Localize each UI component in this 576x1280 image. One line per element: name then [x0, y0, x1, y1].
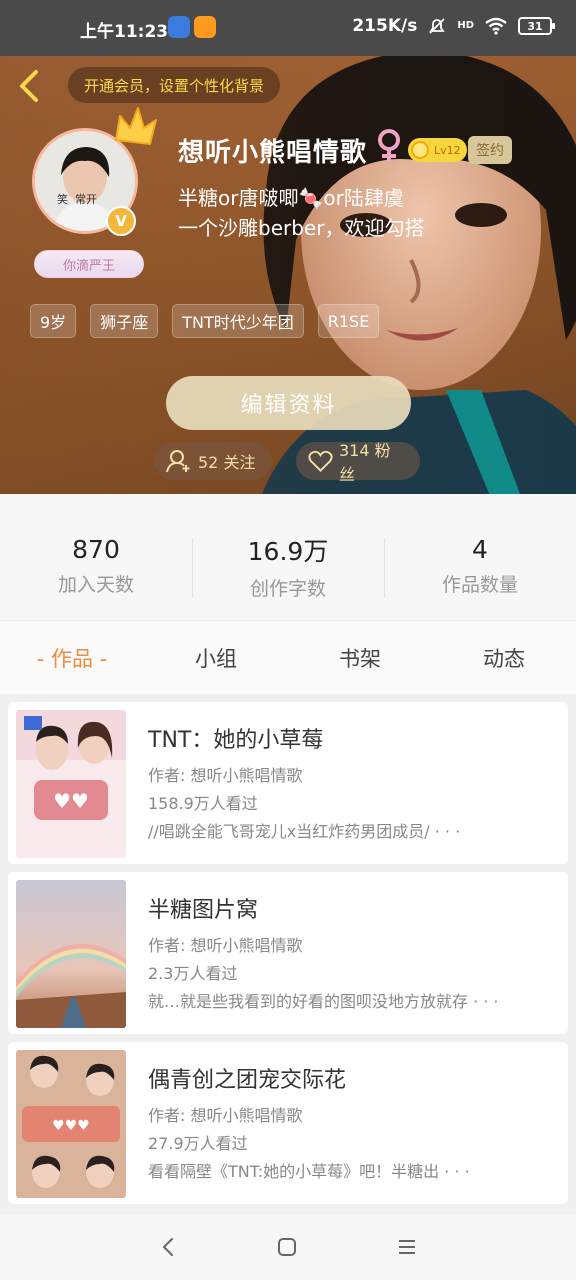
back-arrow-icon[interactable]: [14, 66, 44, 106]
work-views: 2.3万人看过: [148, 964, 238, 983]
nav-home-icon[interactable]: [274, 1234, 300, 1260]
tag-zodiac: 狮子座: [90, 304, 159, 338]
profile-tags: 9岁 狮子座 TNT时代少年团 R1SE: [30, 304, 380, 338]
work-views: 158.9万人看过: [148, 794, 258, 813]
work-description: 就…就是些我看到的好看的图呗没地方放就存 · · ·: [148, 992, 499, 1011]
heart-plus-icon: [308, 450, 333, 472]
bio-line-2: 一个沙雕berber，欢迎勾搭: [178, 216, 425, 240]
book-cover-image: [16, 880, 126, 1028]
work-author: 作者: 想听小熊唱情歌: [148, 766, 303, 785]
vip-background-button[interactable]: 开通会员，设置个性化背景: [68, 67, 281, 103]
mute-bell-icon: [429, 18, 446, 34]
work-title: TNT：她的小草莓: [148, 728, 324, 753]
signed-author-badge: 签约: [468, 136, 512, 164]
status-time: 上午11:23: [80, 22, 169, 42]
signal-icon: HD: [457, 20, 474, 31]
tab-bookshelf[interactable]: 书架: [288, 643, 432, 673]
work-title: 半糖图片窝: [148, 898, 259, 923]
work-author: 作者: 想听小熊唱情歌: [148, 936, 303, 955]
title-badge: 你滴严王: [34, 250, 144, 278]
works-list: ♥♥ TNT：她的小草莓 作者: 想听小熊唱情歌 158.9万人看过 //唱跳全…: [0, 694, 576, 1214]
avatar-caption: 笑 常开: [57, 193, 97, 206]
verified-badge: V: [106, 206, 136, 236]
work-views: 27.9万人看过: [148, 1134, 248, 1153]
user-add-icon: [166, 450, 190, 473]
tag-age: 9岁: [30, 304, 77, 338]
status-bar: 上午11:23 215K/s HD 31: [0, 0, 576, 56]
following-label: 52 关注: [198, 453, 256, 472]
profile-tabs: - 作品 - 小组 书架 动态: [0, 620, 576, 694]
battery-icon: 31: [518, 17, 555, 35]
edit-profile-button[interactable]: 编辑资料: [166, 376, 411, 430]
nav-menu-icon[interactable]: [394, 1234, 420, 1260]
stat-works-count: 4 作品数量: [384, 494, 576, 620]
book-cover-image: ♥♥♥: [16, 1050, 126, 1198]
work-author: 作者: 想听小熊唱情歌: [148, 1106, 303, 1125]
tag-group: R1SE: [317, 304, 380, 338]
stat-join-days: 870 加入天数: [57, 535, 134, 596]
nav-back-icon[interactable]: [156, 1234, 182, 1260]
book-cover-image: ♥♥: [16, 710, 126, 858]
tab-works[interactable]: - 作品 -: [0, 643, 144, 673]
following-button[interactable]: 52 关注: [154, 442, 272, 480]
username: 想听小熊唱情歌: [178, 138, 368, 168]
fans-button[interactable]: 314 粉丝: [296, 441, 420, 484]
work-description: 看看隔壁《TNT:她的小草莓》吧！半糖出 · · ·: [148, 1162, 470, 1181]
list-item[interactable]: 半糖图片窝 作者: 想听小熊唱情歌 2.3万人看过 就…就是些我看到的好看的图呗…: [8, 872, 568, 1034]
sun-icon: [411, 141, 429, 159]
bio-line-1: 半糖or唐啵唧🍬or陆肆虞: [178, 186, 404, 210]
system-nav-bar: [0, 1214, 576, 1280]
work-description: //唱跳全能飞哥宠儿x当红炸药男团成员/ · · ·: [148, 822, 461, 841]
level-badge: Lv12: [408, 138, 467, 162]
female-gender-icon: [378, 129, 400, 162]
tag-fandom: TNT时代少年团: [172, 304, 304, 338]
fans-label: 314 粉丝: [338, 441, 391, 484]
work-title: 偶青创之团宠交际花: [148, 1068, 347, 1093]
stat-word-count: 16.9万 创作字数: [192, 494, 384, 620]
tab-groups[interactable]: 小组: [144, 643, 288, 673]
svg-text:♥♥: ♥♥: [53, 789, 89, 813]
list-item[interactable]: ♥♥ TNT：她的小草莓 作者: 想听小熊唱情歌 158.9万人看过 //唱跳全…: [8, 702, 568, 864]
qq-browser-icon: [168, 16, 190, 38]
crown-icon: [115, 107, 157, 145]
wifi-icon: [485, 17, 507, 35]
network-speed: 215K/s: [352, 16, 418, 36]
stats-row: 870 加入天数 16.9万 创作字数 4 作品数量: [0, 494, 576, 620]
list-item[interactable]: ♥♥♥ 偶青创之团宠交际花 作者: 想听小熊唱情歌 27.9万人看过 看看隔壁《…: [8, 1042, 568, 1204]
svg-text:♥♥♥: ♥♥♥: [52, 1118, 90, 1134]
weibo-icon: [194, 16, 216, 38]
tab-activity[interactable]: 动态: [432, 643, 576, 673]
